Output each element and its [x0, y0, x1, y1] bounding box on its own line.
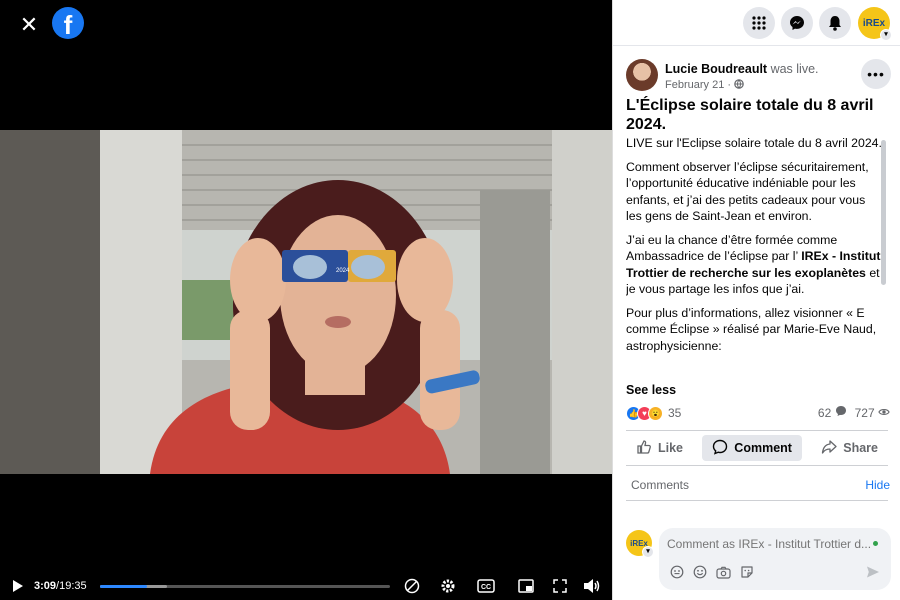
like-button[interactable]: Like [626, 435, 693, 461]
glasses-text: 2024 [336, 268, 350, 274]
like-label: Like [658, 441, 684, 455]
comment-label: Comment [734, 441, 792, 455]
author-avatar[interactable] [626, 59, 658, 91]
reactions-summary[interactable]: 👍 ♥ 😮 35 [626, 404, 681, 422]
grid-menu-icon[interactable] [743, 7, 775, 39]
messenger-icon[interactable] [781, 7, 813, 39]
send-icon[interactable] [865, 564, 881, 580]
post-title: L'Éclipse solaire totale du 8 avril 2024… [626, 97, 874, 133]
wow-reaction-icon: 😮 [648, 405, 663, 421]
video-player[interactable]: ✕ f 2024 3:09 / 19:35 CC [0, 0, 612, 600]
post-panel: iREx ▾ Lucie Boudreault was live. Februa… [612, 0, 900, 600]
comments-stat[interactable]: 62 [818, 405, 847, 420]
profile-avatar[interactable]: iREx ▾ [858, 7, 892, 41]
share-button[interactable]: Share [811, 435, 888, 461]
comment-bubble-icon [835, 405, 847, 417]
comment-button[interactable]: Comment [702, 435, 802, 461]
chevron-down-icon: ▾ [880, 29, 892, 41]
post-stats: 62 727 [818, 405, 890, 420]
author-line: Lucie Boudreault was live. [665, 62, 819, 76]
post-paragraph: Comment observer l’éclipse sécuritaireme… [626, 159, 869, 224]
volume-icon[interactable] [582, 576, 602, 596]
post-paragraph: Pour plus d’informations, allez visionne… [626, 305, 877, 353]
avatar-sticker-icon[interactable] [669, 564, 685, 580]
comment-input[interactable] [667, 536, 877, 552]
thumbs-up-icon [636, 439, 652, 458]
share-label: Share [843, 441, 878, 455]
chevron-down-icon: ▾ [642, 546, 654, 558]
video-frame[interactable]: 2024 [0, 130, 612, 474]
settings-gear-icon[interactable] [438, 576, 458, 596]
video-scene-image: 2024 [0, 130, 612, 474]
duration: 19:35 [59, 580, 87, 592]
close-icon[interactable]: ✕ [14, 10, 44, 40]
sticker-icon[interactable] [739, 564, 755, 580]
comment-composer [659, 528, 891, 590]
post-paragraph: LIVE sur l'Eclipse solaire totale du 8 a… [626, 136, 882, 150]
share-icon [821, 439, 837, 458]
post-date-line: February 21 · [665, 79, 744, 91]
comments-count: 62 [817, 406, 832, 420]
views-stat: 727 [855, 406, 890, 420]
subtitle-toggle-icon[interactable] [402, 576, 422, 596]
live-status: was live. [767, 62, 819, 76]
progress-fill [100, 585, 147, 588]
profile-avatar-label: iREx [862, 17, 886, 29]
camera-icon[interactable] [715, 564, 731, 580]
globe-icon [734, 79, 744, 91]
date-separator: · [724, 79, 735, 91]
post-scrollbar[interactable] [881, 140, 886, 285]
post-paragraph: J’ai eu la chance d’être formée comme Am… [626, 232, 882, 298]
play-icon[interactable] [10, 576, 26, 596]
commenter-avatar[interactable]: iREx ▾ [626, 530, 654, 558]
facebook-logo[interactable]: f [52, 7, 84, 39]
comment-icon [712, 439, 728, 458]
progress-bar[interactable] [100, 585, 390, 588]
time-display: 3:09 / 19:35 [34, 576, 96, 596]
comments-heading: Comments [631, 478, 690, 492]
top-bar: iREx ▾ [613, 0, 900, 46]
see-less-link[interactable]: See less [626, 383, 676, 397]
post-date[interactable]: February 21 [665, 79, 724, 91]
reactions-count: 35 [668, 406, 682, 420]
views-count: 727 [854, 405, 875, 420]
bell-icon[interactable] [819, 7, 851, 39]
hide-comments-link[interactable]: Hide [865, 478, 890, 492]
eye-icon [878, 406, 890, 418]
post-actions: Like Comment Share [626, 430, 888, 466]
more-options-icon[interactable]: ••• [861, 59, 891, 89]
captions-icon[interactable]: CC [476, 576, 496, 596]
video-controls: 3:09 / 19:35 CC [0, 572, 612, 600]
emoji-icon[interactable] [692, 564, 708, 580]
post-body: LIVE sur l'Eclipse solaire totale du 8 a… [626, 135, 882, 383]
divider [626, 500, 888, 501]
svg-text:CC: CC [481, 584, 491, 591]
current-time: 3:09 [34, 580, 57, 592]
status-dot [873, 541, 878, 546]
author-name[interactable]: Lucie Boudreault [665, 62, 767, 76]
fullscreen-icon[interactable] [550, 576, 570, 596]
picture-in-picture-icon[interactable] [516, 576, 536, 596]
